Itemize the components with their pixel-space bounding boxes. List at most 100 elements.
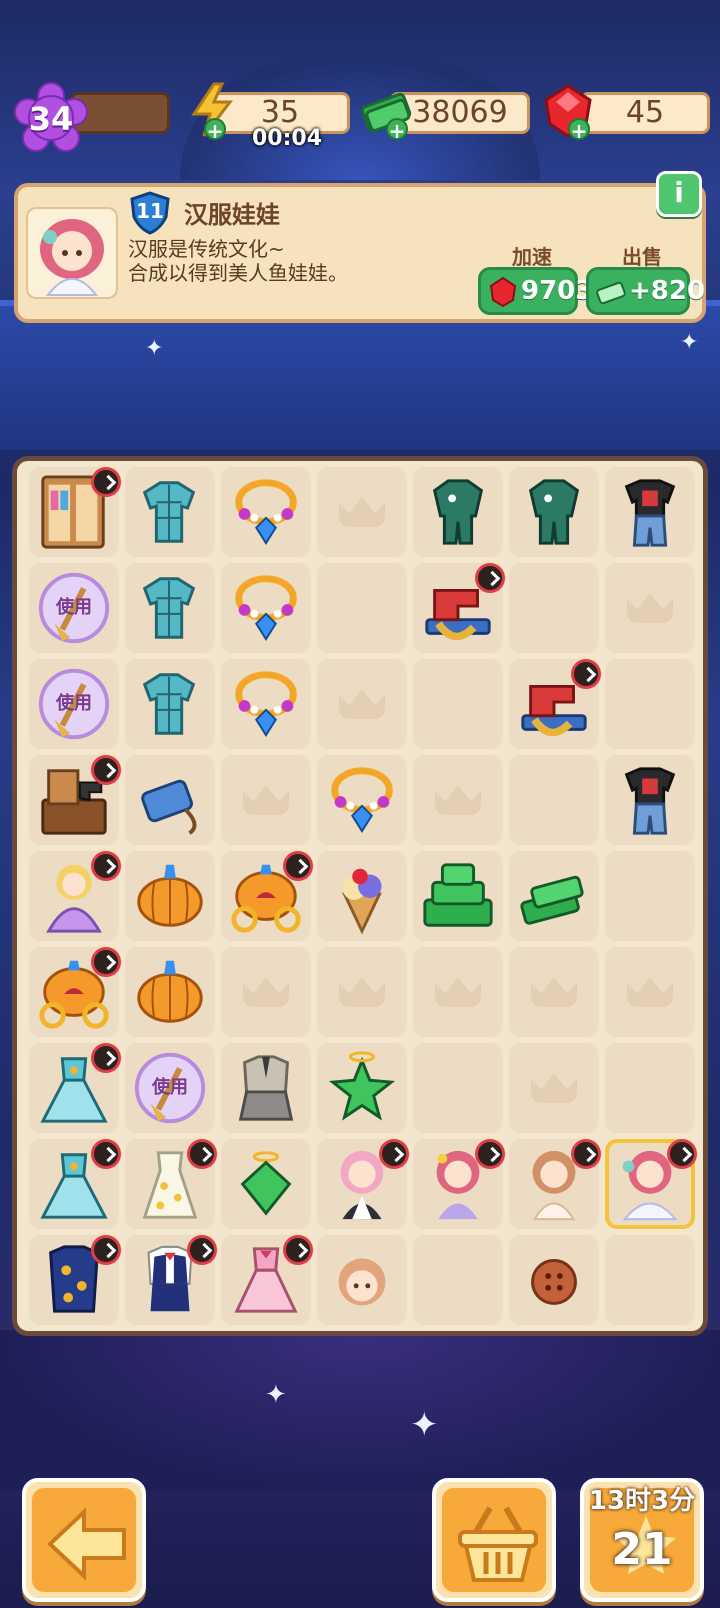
board-cell[interactable] <box>413 467 503 557</box>
cash-pile-icon <box>520 875 584 925</box>
board-cell-empty[interactable] <box>221 755 311 845</box>
board-cell[interactable] <box>125 755 215 845</box>
board-cell[interactable] <box>221 467 311 557</box>
board-cell-empty[interactable] <box>317 467 407 557</box>
board-cell[interactable] <box>125 1139 217 1229</box>
board-cell[interactable] <box>125 563 215 653</box>
plaid-pajamas-icon <box>142 577 196 639</box>
board-cell[interactable] <box>509 1139 601 1229</box>
generator-badge-icon <box>667 1139 697 1169</box>
board-cell[interactable] <box>605 755 695 845</box>
board-cell-empty[interactable] <box>413 755 503 845</box>
board-cell-empty[interactable] <box>605 947 695 1037</box>
item-title: 汉服娃娃 <box>184 201 280 229</box>
board-cell[interactable] <box>29 1235 121 1325</box>
board-cell-empty[interactable] <box>413 947 503 1037</box>
cash-value: 38069 <box>412 95 508 130</box>
board-cell-empty[interactable] <box>605 1043 695 1133</box>
generator-badge-icon <box>91 1043 121 1073</box>
board-cell[interactable] <box>413 1139 505 1229</box>
board-cell[interactable] <box>509 851 599 941</box>
generator-badge-icon <box>475 563 505 593</box>
board-cell[interactable] <box>221 1043 311 1133</box>
item-info-panel: 11 汉服娃娃 汉服是传统文化~ 合成以得到美人鱼娃娃。 i 加速 出售 970… <box>14 171 706 323</box>
board-cell-empty[interactable] <box>605 851 695 941</box>
add-cash-button[interactable]: + <box>386 118 408 142</box>
board-cell[interactable] <box>125 1235 217 1325</box>
reward-timer: 13时3分 <box>588 1486 696 1516</box>
board-cell[interactable] <box>221 1139 311 1229</box>
item-preview <box>26 207 118 299</box>
board-cell[interactable] <box>221 659 311 749</box>
board-cell[interactable]: 使用 <box>29 563 119 653</box>
board-cell[interactable] <box>29 851 121 941</box>
add-energy-button[interactable]: + <box>204 118 226 142</box>
board-cell[interactable] <box>125 851 215 941</box>
generator-badge-icon <box>187 1235 217 1265</box>
board-cell-empty[interactable] <box>509 755 599 845</box>
generator-badge-icon <box>475 1139 505 1169</box>
reward-count: 21 <box>611 1524 673 1575</box>
board-cell-empty[interactable] <box>221 947 311 1037</box>
generator-badge-icon <box>91 755 121 785</box>
generator-badge-icon <box>571 1139 601 1169</box>
board-cell[interactable] <box>221 851 313 941</box>
use-label: 使用 <box>56 693 92 714</box>
gem-counter[interactable]: 45 <box>580 92 710 134</box>
board-cell-empty[interactable] <box>413 1235 503 1325</box>
board-cell[interactable] <box>317 1235 407 1325</box>
board-cell-empty[interactable] <box>605 659 695 749</box>
board-cell[interactable] <box>413 563 505 653</box>
board-cell[interactable] <box>29 947 121 1037</box>
cash-pile-large-icon <box>423 863 493 927</box>
board-cell-empty[interactable] <box>605 1235 695 1325</box>
sell-button[interactable]: +820 <box>586 267 705 315</box>
board-cell-empty[interactable] <box>413 1043 503 1133</box>
board-cell[interactable] <box>605 1139 697 1229</box>
board-cell-empty[interactable] <box>317 947 407 1037</box>
board-cell[interactable] <box>509 1235 599 1325</box>
board-cell[interactable] <box>317 851 407 941</box>
board-cell[interactable] <box>605 467 695 557</box>
board-cell[interactable] <box>317 1043 407 1133</box>
board-cell-empty[interactable] <box>509 947 599 1037</box>
generator-badge-icon <box>283 1235 313 1265</box>
player-level-badge[interactable]: 34 <box>14 82 88 154</box>
board-cell[interactable]: 使用 <box>29 659 119 749</box>
sparkle-icon: ✦ <box>265 1380 287 1410</box>
board-cell[interactable] <box>29 755 121 845</box>
board-cell[interactable] <box>221 1235 313 1325</box>
board-cell[interactable] <box>29 1139 121 1229</box>
board-cell[interactable] <box>125 467 215 557</box>
board-cell[interactable] <box>125 659 215 749</box>
add-gems-button[interactable]: + <box>568 118 590 142</box>
info-button[interactable]: i <box>656 171 702 217</box>
board-cell[interactable] <box>509 467 599 557</box>
board-cell-empty[interactable] <box>317 563 407 653</box>
board-cell[interactable] <box>317 755 407 845</box>
merge-board: 使用 使用 使用 <box>12 456 708 1336</box>
school-uniform-icon <box>238 1055 294 1121</box>
board-cell[interactable]: 使用 <box>125 1043 215 1133</box>
plaid-pajamas-icon <box>142 673 196 735</box>
board-cell[interactable] <box>29 467 121 557</box>
board-cell[interactable] <box>221 563 311 653</box>
back-button[interactable] <box>22 1478 146 1602</box>
board-cell-empty[interactable] <box>509 1043 599 1133</box>
board-cell-empty[interactable] <box>413 659 503 749</box>
shop-basket-button[interactable] <box>432 1478 556 1602</box>
speedup-button[interactable]: 9703 <box>478 267 593 315</box>
board-cell[interactable] <box>125 947 215 1037</box>
generator-badge-icon <box>91 1139 121 1169</box>
top-bar: 34 35 + 00:04 38069 + 45 + <box>0 82 720 152</box>
sparkle-icon: ✦ <box>410 1405 439 1445</box>
board-cell-empty[interactable] <box>509 563 599 653</box>
board-cell[interactable] <box>317 1139 409 1229</box>
board-cell-empty[interactable] <box>317 659 407 749</box>
board-cell[interactable] <box>509 659 601 749</box>
board-cell[interactable] <box>413 851 503 941</box>
board-grid: 使用 使用 使用 <box>29 467 697 1331</box>
board-cell-empty[interactable] <box>605 563 695 653</box>
gem-necklace-icon <box>235 575 297 642</box>
board-cell[interactable] <box>29 1043 121 1133</box>
